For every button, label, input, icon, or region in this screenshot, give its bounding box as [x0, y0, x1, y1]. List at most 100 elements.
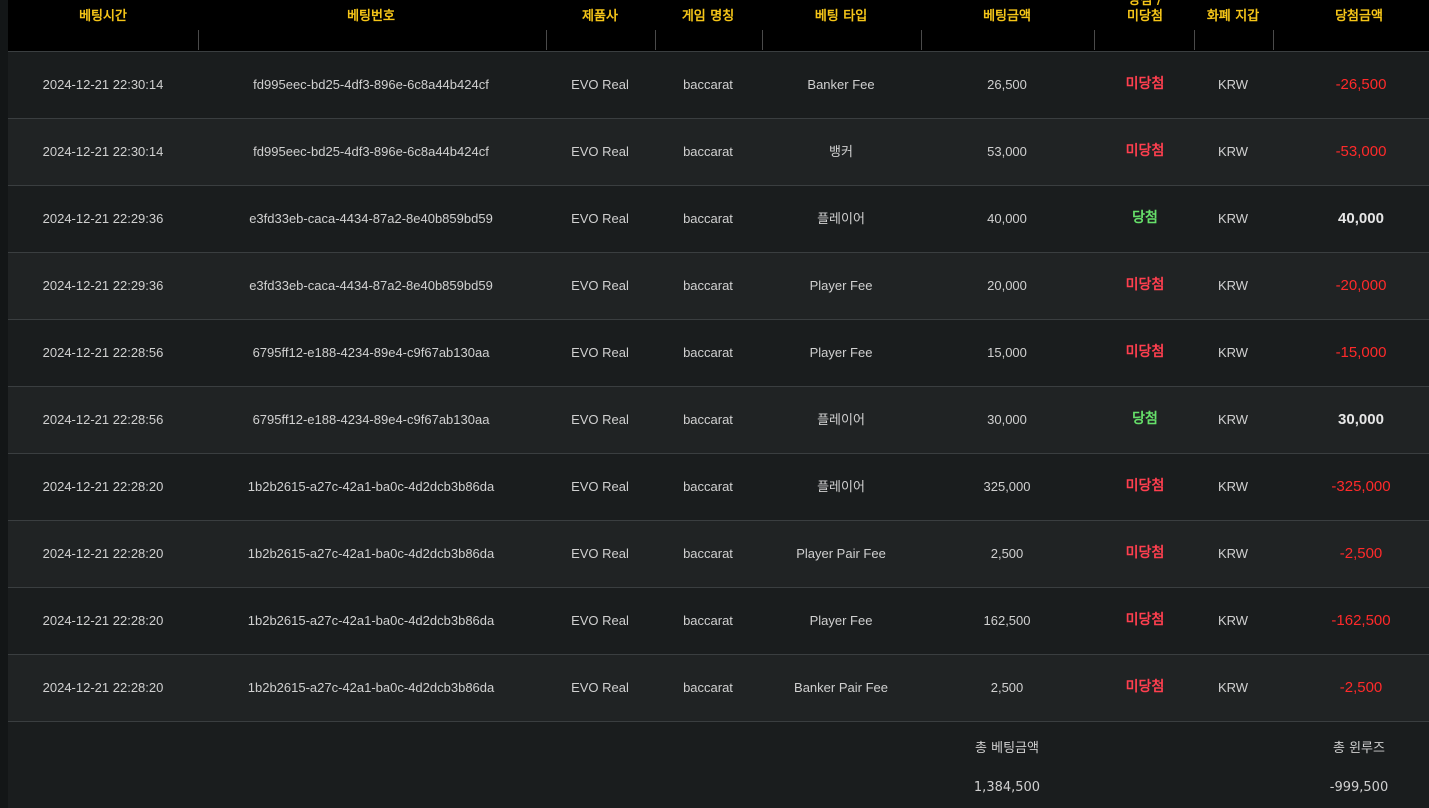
cell-provider: EVO Real — [571, 546, 629, 561]
cell-provider: EVO Real — [571, 278, 629, 293]
column-header-result[interactable]: 당첨 / 미당첨 — [1127, 0, 1163, 25]
cell-provider: EVO Real — [571, 345, 629, 360]
cell-bet-id: 1b2b2615-a27c-42a1-ba0c-4d2dcb3b86da — [247, 680, 495, 695]
cell-bet-id: 1b2b2615-a27c-42a1-ba0c-4d2dcb3b86da — [247, 613, 495, 628]
column-header-bet-time[interactable]: 베팅시간 — [79, 9, 127, 25]
column-header-result-bottom: 미당첨 — [1127, 9, 1163, 24]
cell-bet-amount: 2,500 — [990, 680, 1024, 695]
cell-bet-amount: 162,500 — [983, 613, 1031, 628]
cell-provider: EVO Real — [571, 77, 629, 92]
cell-bet-time: 2024-12-21 22:29:36 — [42, 278, 164, 293]
cell-currency: KRW — [1217, 613, 1249, 628]
header-divider — [655, 30, 656, 50]
header-divider — [921, 30, 922, 50]
header-divider — [762, 30, 763, 50]
cell-game-name: baccarat — [683, 77, 733, 92]
cell-game-name: baccarat — [683, 144, 733, 159]
cell-bet-id: e3fd33eb-caca-4434-87a2-8e40b859bd59 — [249, 211, 493, 226]
cell-currency: KRW — [1217, 144, 1249, 159]
table-row[interactable]: 2024-12-21 22:28:56 6795ff12-e188-4234-89… — [8, 320, 1429, 387]
cell-win-amount: -53,000 — [1335, 143, 1387, 160]
header-divider — [1194, 30, 1195, 50]
header-divider — [1094, 30, 1095, 50]
cell-result-status: 당첨 — [1132, 411, 1158, 427]
column-header-result-top: 당첨 / — [1128, 0, 1162, 8]
cell-provider: EVO Real — [571, 412, 629, 427]
cell-bet-amount: 15,000 — [987, 345, 1027, 360]
cell-win-amount: -26,500 — [1335, 76, 1387, 93]
cell-bet-type: Player Fee — [809, 278, 873, 293]
column-header-game-name[interactable]: 게임 명칭 — [682, 9, 734, 25]
cell-bet-type: 플레이어 — [817, 479, 865, 494]
cell-bet-time: 2024-12-21 22:28:20 — [42, 479, 164, 494]
cell-bet-time: 2024-12-21 22:28:20 — [42, 680, 164, 695]
cell-bet-amount: 325,000 — [983, 479, 1031, 494]
cell-game-name: baccarat — [683, 546, 733, 561]
cell-bet-amount: 20,000 — [987, 278, 1027, 293]
cell-bet-type: 플레이어 — [817, 412, 865, 427]
table-row[interactable]: 2024-12-21 22:30:14 fd995eec-bd25-4df3-89… — [8, 52, 1429, 119]
table-row[interactable]: 2024-12-21 22:28:20 1b2b2615-a27c-42a1-ba… — [8, 588, 1429, 655]
header-divider — [198, 30, 199, 50]
cell-provider: EVO Real — [571, 680, 629, 695]
cell-provider: EVO Real — [571, 211, 629, 226]
cell-game-name: baccarat — [683, 278, 733, 293]
cell-bet-id: 1b2b2615-a27c-42a1-ba0c-4d2dcb3b86da — [247, 546, 495, 561]
cell-bet-id: 1b2b2615-a27c-42a1-ba0c-4d2dcb3b86da — [247, 479, 495, 494]
cell-bet-id: e3fd33eb-caca-4434-87a2-8e40b859bd59 — [249, 278, 493, 293]
column-header-bet-type[interactable]: 베팅 타입 — [815, 9, 867, 25]
cell-bet-type: 뱅커 — [829, 144, 853, 159]
column-header-bet-amount[interactable]: 베팅금액 — [983, 9, 1031, 25]
cell-bet-time: 2024-12-21 22:28:56 — [42, 412, 164, 427]
table-header: 베팅시간 베팅번호 제품사 게임 명칭 베팅 타입 베팅금액 당첨 / 미당첨 … — [8, 0, 1429, 52]
total-winloss-label: 총 윈루즈 — [1333, 741, 1385, 756]
cell-bet-time: 2024-12-21 22:29:36 — [42, 211, 164, 226]
cell-bet-amount: 40,000 — [987, 211, 1027, 226]
column-header-provider[interactable]: 제품사 — [582, 9, 618, 25]
column-header-bet-id[interactable]: 베팅번호 — [347, 9, 395, 25]
table-row[interactable]: 2024-12-21 22:30:14 fd995eec-bd25-4df3-89… — [8, 119, 1429, 186]
cell-win-amount: -162,500 — [1331, 612, 1391, 629]
cell-provider: EVO Real — [571, 144, 629, 159]
table-row[interactable]: 2024-12-21 22:29:36 e3fd33eb-caca-4434-87… — [8, 253, 1429, 320]
cell-game-name: baccarat — [683, 412, 733, 427]
cell-bet-time: 2024-12-21 22:30:14 — [42, 77, 164, 92]
table-row[interactable]: 2024-12-21 22:28:20 1b2b2615-a27c-42a1-ba… — [8, 521, 1429, 588]
cell-currency: KRW — [1217, 77, 1249, 92]
cell-currency: KRW — [1217, 680, 1249, 695]
cell-game-name: baccarat — [683, 479, 733, 494]
column-header-win-amount[interactable]: 당첨금액 — [1335, 9, 1383, 25]
cell-result-status: 미당첨 — [1125, 478, 1165, 494]
total-bet-label: 총 베팅금액 — [975, 741, 1039, 756]
cell-result-status: 당첨 — [1132, 210, 1158, 226]
cell-result-status: 미당첨 — [1125, 277, 1165, 293]
table-row[interactable]: 2024-12-21 22:28:20 1b2b2615-a27c-42a1-ba… — [8, 454, 1429, 521]
cell-bet-type: Player Pair Fee — [796, 546, 886, 561]
cell-win-amount: 40,000 — [1338, 210, 1384, 227]
cell-provider: EVO Real — [571, 479, 629, 494]
table-summary: 총 베팅금액 1,384,500 총 윈루즈 -999,500 — [8, 722, 1429, 808]
cell-win-amount: -20,000 — [1335, 277, 1387, 294]
cell-result-status: 미당첨 — [1125, 545, 1165, 561]
cell-currency: KRW — [1217, 278, 1249, 293]
cell-bet-type: 플레이어 — [817, 211, 865, 226]
table-row[interactable]: 2024-12-21 22:28:56 6795ff12-e188-4234-89… — [8, 387, 1429, 454]
cell-game-name: baccarat — [683, 680, 733, 695]
column-header-currency[interactable]: 화폐 지갑 — [1207, 9, 1259, 25]
table-row[interactable]: 2024-12-21 22:29:36 e3fd33eb-caca-4434-87… — [8, 186, 1429, 253]
cell-result-status: 미당첨 — [1125, 344, 1165, 360]
cell-bet-amount: 53,000 — [987, 144, 1027, 159]
cell-bet-id: fd995eec-bd25-4df3-896e-6c8a44b424cf — [253, 77, 489, 92]
header-divider — [546, 30, 547, 50]
cell-win-amount: -15,000 — [1335, 344, 1387, 361]
cell-bet-id: 6795ff12-e188-4234-89e4-c9f67ab130aa — [252, 345, 490, 360]
cell-bet-type: Banker Fee — [807, 77, 875, 92]
cell-win-amount: -2,500 — [1339, 679, 1383, 696]
cell-game-name: baccarat — [683, 211, 733, 226]
cell-currency: KRW — [1217, 479, 1249, 494]
header-divider — [1273, 30, 1274, 50]
total-winloss-value: -999,500 — [1329, 780, 1389, 795]
cell-win-amount: 30,000 — [1338, 411, 1384, 428]
table-row[interactable]: 2024-12-21 22:28:20 1b2b2615-a27c-42a1-ba… — [8, 655, 1429, 722]
cell-win-amount: -325,000 — [1331, 478, 1391, 495]
